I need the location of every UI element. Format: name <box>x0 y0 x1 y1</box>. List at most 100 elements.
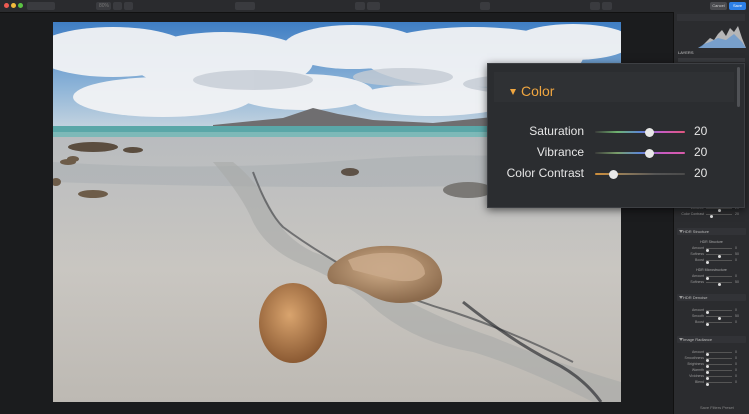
slider-label: Amount <box>691 308 704 312</box>
slider-track[interactable] <box>706 376 732 380</box>
slider-knob[interactable] <box>706 260 709 264</box>
slider-label: Color Contrast <box>681 212 704 216</box>
slider-track[interactable] <box>706 316 732 320</box>
slider-track[interactable] <box>706 276 732 280</box>
slider-value: 50 <box>735 280 739 284</box>
slider-row[interactable]: Amount 0 <box>679 274 744 280</box>
zoom-dropdown[interactable]: 80% <box>96 2 111 10</box>
group-title: HDR Structure <box>700 240 723 244</box>
slider-track[interactable] <box>706 260 732 264</box>
slider-row[interactable]: Boost 0 <box>679 320 744 326</box>
slider-row[interactable]: Softness 50 <box>679 280 744 286</box>
zoom-window-button[interactable] <box>18 3 23 8</box>
close-window-button[interactable] <box>4 3 9 8</box>
slider-value: 0 <box>735 380 737 384</box>
saturation-slider-row[interactable]: Saturation 20 <box>488 122 744 140</box>
slider-track[interactable] <box>706 208 732 212</box>
slider-row[interactable]: Amount 0 <box>679 246 744 252</box>
slider-row[interactable]: Amount 0 <box>679 308 744 314</box>
slider-track[interactable] <box>595 148 685 158</box>
slider-track[interactable] <box>706 322 732 326</box>
section-title: HDR Denoise <box>683 295 708 300</box>
slider-value: 0 <box>735 274 737 278</box>
save-button[interactable]: Save <box>729 2 746 10</box>
slider-track[interactable] <box>706 282 732 286</box>
slider-track[interactable] <box>706 310 732 314</box>
slider-value: 0 <box>735 258 737 262</box>
slider-value: 50 <box>735 252 739 256</box>
minimize-window-button[interactable] <box>11 3 16 8</box>
slider-track[interactable] <box>706 370 732 374</box>
slider-track[interactable] <box>706 254 732 258</box>
slider-label: Smooth <box>691 314 704 318</box>
slider-value: 20 <box>694 124 708 138</box>
panel-icon-bar <box>677 14 745 21</box>
slider-label: Softness <box>690 252 704 256</box>
slider-row[interactable]: Boost 0 <box>679 258 744 264</box>
slider-track[interactable] <box>595 169 685 179</box>
color-section-header[interactable]: Color <box>494 72 734 102</box>
slider-knob[interactable] <box>718 282 721 286</box>
layer-row[interactable] <box>678 58 745 62</box>
window-toolbar: 80% Cancel Save <box>0 0 749 13</box>
slider-label: Vibrance <box>536 145 584 159</box>
fit-icon[interactable] <box>113 2 122 10</box>
color-contrast-slider-row[interactable]: Color Contrast 20 <box>488 164 744 182</box>
cancel-button[interactable]: Cancel <box>710 2 727 10</box>
slider-track[interactable] <box>706 214 732 218</box>
history-icon[interactable] <box>367 2 380 10</box>
slider-track[interactable] <box>706 364 732 368</box>
fullscreen-icon[interactable] <box>124 2 133 10</box>
slider-label: Boost <box>695 320 704 324</box>
slider-row[interactable]: Amount 0 <box>679 350 744 356</box>
slider-row[interactable]: Smoothness 0 <box>679 356 744 362</box>
undo-icon[interactable] <box>355 2 365 10</box>
histogram <box>698 26 746 48</box>
slider-row[interactable]: Softness 50 <box>679 252 744 258</box>
slider-label: Warmth <box>691 368 704 372</box>
slider-track[interactable] <box>706 248 732 252</box>
slider-value: 20 <box>694 166 708 180</box>
section-hdr-denoise[interactable]: HDR Denoise <box>677 294 746 301</box>
slider-row[interactable]: Warmth 0 <box>679 368 744 374</box>
slider-label: Amount <box>691 246 704 250</box>
slider-label: Softness <box>690 280 704 284</box>
scrollbar[interactable] <box>737 67 740 107</box>
slider-track[interactable] <box>595 127 685 137</box>
search-icon[interactable] <box>602 2 612 10</box>
slider-label: Smoothness <box>684 356 704 360</box>
side-color-contrast-row[interactable]: Color Contrast 20 <box>679 212 744 218</box>
group-title: HDR Microstructure <box>696 268 727 272</box>
chevron-down-icon <box>510 89 516 95</box>
slider-track[interactable] <box>706 358 732 362</box>
slider-label: Brightness <box>687 362 704 366</box>
slider-value: 20 <box>694 145 708 159</box>
zoom-value: 80% <box>99 3 110 9</box>
crop-icon[interactable] <box>480 2 490 10</box>
slider-value: 0 <box>735 308 737 312</box>
slider-knob[interactable] <box>644 148 654 158</box>
slider-label: Amount <box>691 350 704 354</box>
slider-value: 0 <box>735 374 737 378</box>
slider-value: 0 <box>735 368 737 372</box>
slider-knob[interactable] <box>710 214 713 218</box>
save-preset-link[interactable]: Save Filters Preset <box>700 405 734 410</box>
section-hdr-structure[interactable]: HDR Structure <box>677 228 746 235</box>
vibrance-slider-row[interactable]: Vibrance 20 <box>488 143 744 161</box>
slider-knob[interactable] <box>608 169 618 179</box>
slider-row[interactable]: Blend 0 <box>679 380 744 386</box>
slider-knob[interactable] <box>706 322 709 326</box>
slider-knob[interactable] <box>706 382 709 386</box>
layout-icon[interactable] <box>590 2 600 10</box>
section-title: Image Radiance <box>683 337 713 342</box>
slider-value: 0 <box>735 362 737 366</box>
slider-row[interactable]: Smooth 50 <box>679 314 744 320</box>
slider-track[interactable] <box>706 352 732 356</box>
compare-toggle[interactable] <box>235 2 255 10</box>
slider-knob[interactable] <box>644 127 654 137</box>
slider-track[interactable] <box>706 382 732 386</box>
slider-row[interactable]: Vividness 0 <box>679 374 744 380</box>
slider-row[interactable]: Brightness 0 <box>679 362 744 368</box>
section-image-radiance[interactable]: Image Radiance <box>677 336 746 343</box>
slider-value: 0 <box>735 356 737 360</box>
